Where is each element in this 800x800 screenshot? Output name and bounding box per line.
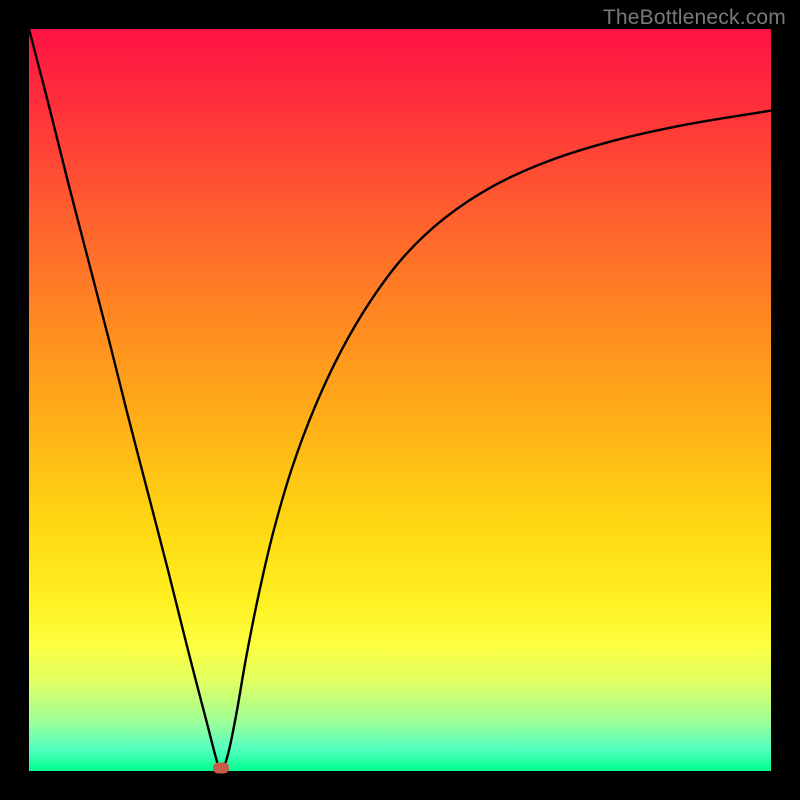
minimum-marker bbox=[213, 763, 229, 774]
chart-frame: TheBottleneck.com bbox=[0, 0, 800, 800]
bottleneck-curve bbox=[29, 29, 771, 771]
watermark-text: TheBottleneck.com bbox=[603, 6, 786, 30]
plot-area bbox=[29, 29, 771, 771]
